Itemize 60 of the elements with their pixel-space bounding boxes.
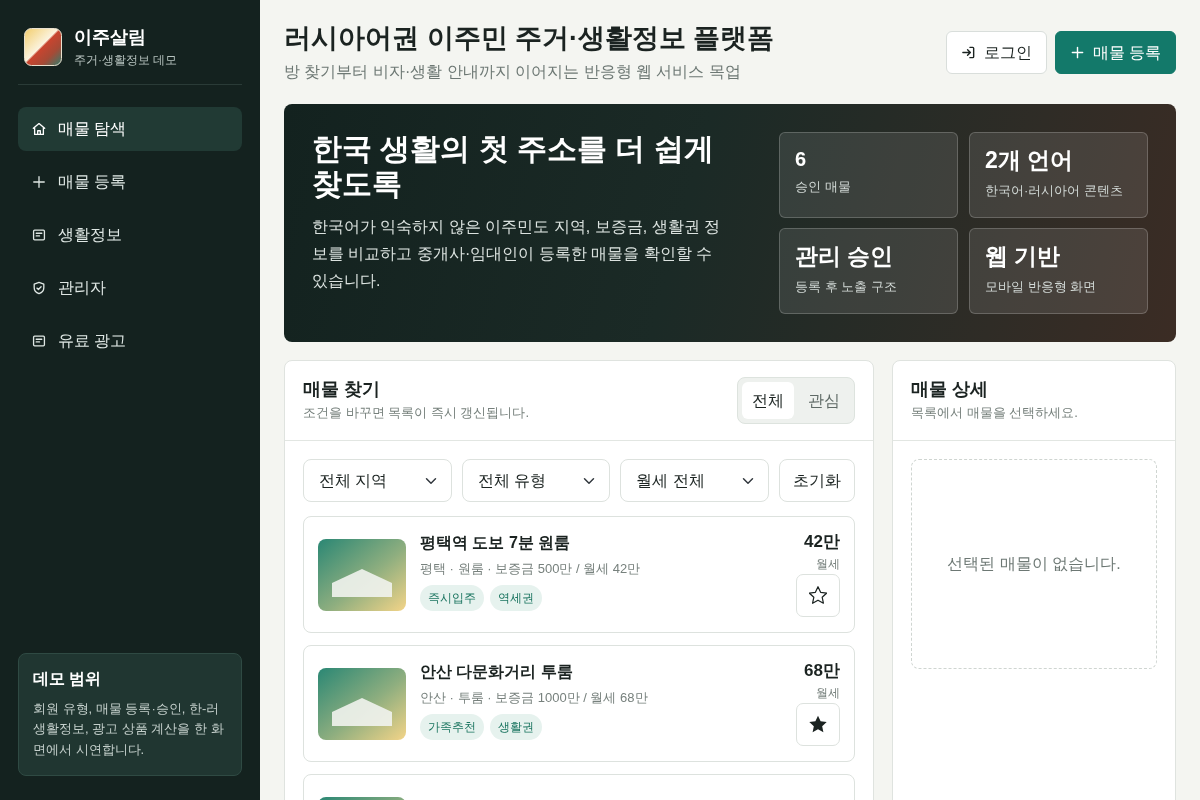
- stat-label: 승인 매물: [795, 178, 852, 197]
- stat-value: 2개 언어: [985, 147, 1075, 175]
- plus-icon: [1069, 45, 1085, 61]
- login-icon: [960, 45, 976, 61]
- listing-price: 68만: [804, 660, 840, 683]
- register-listing-button[interactable]: 매물 등록: [1054, 31, 1176, 75]
- listing-card[interactable]: 안산 다문화거리 투룸 안산 · 투룸 · 보증금 1000만 / 월세 68만 가족추천 생활권 68만 월세: [303, 645, 855, 763]
- shield-icon: [32, 281, 46, 295]
- price-type: 월세: [816, 685, 840, 702]
- listing-details: 평택 · 원룸 · 보증금 500만 / 월세 42만: [420, 559, 642, 578]
- logo-icon: [24, 28, 62, 66]
- sidebar-nav-item[interactable]: 관리자: [18, 266, 242, 310]
- page-title: 러시아어권 이주민 주거·생활정보 플랫폼: [284, 22, 775, 55]
- price-type: 월세: [816, 556, 840, 573]
- favorite-button[interactable]: [796, 703, 840, 746]
- view-tab[interactable]: 관심: [798, 382, 850, 420]
- document-icon: [32, 228, 46, 242]
- hero-title: 한국 생활의 첫 주소를 더 쉽게 찾도록: [312, 132, 715, 202]
- favorite-button[interactable]: [796, 574, 840, 617]
- house-thumbnail-icon: [318, 667, 406, 740]
- panel-subtitle: 조건을 바꾸면 목록이 즉시 갱신됩니다.: [303, 404, 530, 423]
- house-thumbnail-icon: [318, 538, 406, 611]
- home-icon: [32, 122, 46, 136]
- reset-button[interactable]: 초기화: [779, 459, 855, 503]
- filter-select[interactable]: 월세 전체: [620, 459, 769, 503]
- listing-tag: 가족추천: [420, 714, 484, 741]
- listing-title: 안산 다문화거리 투룸: [420, 662, 574, 683]
- brand-subtitle: 주거·생활정보 데모: [74, 52, 178, 67]
- stat-value: 웹 기반: [985, 243, 1062, 271]
- plus-icon: [32, 175, 46, 189]
- hero-text: 한국어가 익숙하지 않은 이주민도 지역, 보증금, 생활권 정보를 비교하고 중개사·임대인이 등록한 매물을 확인할 수 있습니다.: [312, 217, 721, 292]
- sidebar-nav-item[interactable]: 매물 등록: [18, 160, 242, 204]
- sidebar-nav-item[interactable]: 유료 광고: [18, 319, 242, 363]
- listing-tag: 역세권: [490, 585, 542, 612]
- stat-value: 관리 승인: [795, 243, 895, 271]
- view-tab[interactable]: 전체: [742, 382, 794, 420]
- listing-card[interactable]: 평택역 도보 7분 원룸 평택 · 원룸 · 보증금 500만 / 월세 42만 즉시입주 역세권 42만 월세: [303, 516, 855, 634]
- document-icon: [32, 334, 46, 348]
- stat-value: 6: [795, 147, 808, 172]
- stat-label: 모바일 반응형 화면: [985, 277, 1098, 296]
- sidebar-nav-item[interactable]: 생활정보: [18, 213, 242, 257]
- listing-title: 평택역 도보 7분 원룸: [420, 533, 572, 554]
- listing-details: 안산 · 투룸 · 보증금 1000만 / 월세 68만: [420, 688, 649, 707]
- page-subtitle: 방 찾기부터 비자·생활 안내까지 이어지는 반응형 웹 서비스 목업: [284, 62, 742, 83]
- sidebar-nav-item[interactable]: 매물 탐색: [18, 107, 242, 151]
- listing-tag: 즉시입주: [420, 585, 484, 612]
- demo-scope-text: 회원 유형, 매물 등록·승인, 한-러 생활정보, 광고 상품 계산을 한 화면에서 시연합니다.: [33, 699, 225, 760]
- empty-state-text: 선택된 매물이 없습니다.: [947, 554, 1121, 575]
- login-button[interactable]: 로그인: [945, 31, 1047, 75]
- panel-title: 매물 찾기: [303, 378, 381, 401]
- filter-select[interactable]: 전체 유형: [461, 459, 611, 503]
- listing-tag: 생활권: [490, 714, 542, 741]
- panel-title: 매물 상세: [911, 378, 989, 401]
- panel-subtitle: 목록에서 매물을 선택하세요.: [911, 404, 1078, 423]
- brand-name: 이주살림: [74, 27, 147, 49]
- stat-label: 등록 후 노출 구조: [795, 277, 898, 296]
- stat-label: 한국어·러시아어 콘텐츠: [985, 181, 1124, 200]
- demo-scope-title: 데모 범위: [33, 668, 103, 689]
- listing-price: 42만: [804, 531, 840, 554]
- filter-select[interactable]: 전체 지역: [303, 459, 452, 503]
